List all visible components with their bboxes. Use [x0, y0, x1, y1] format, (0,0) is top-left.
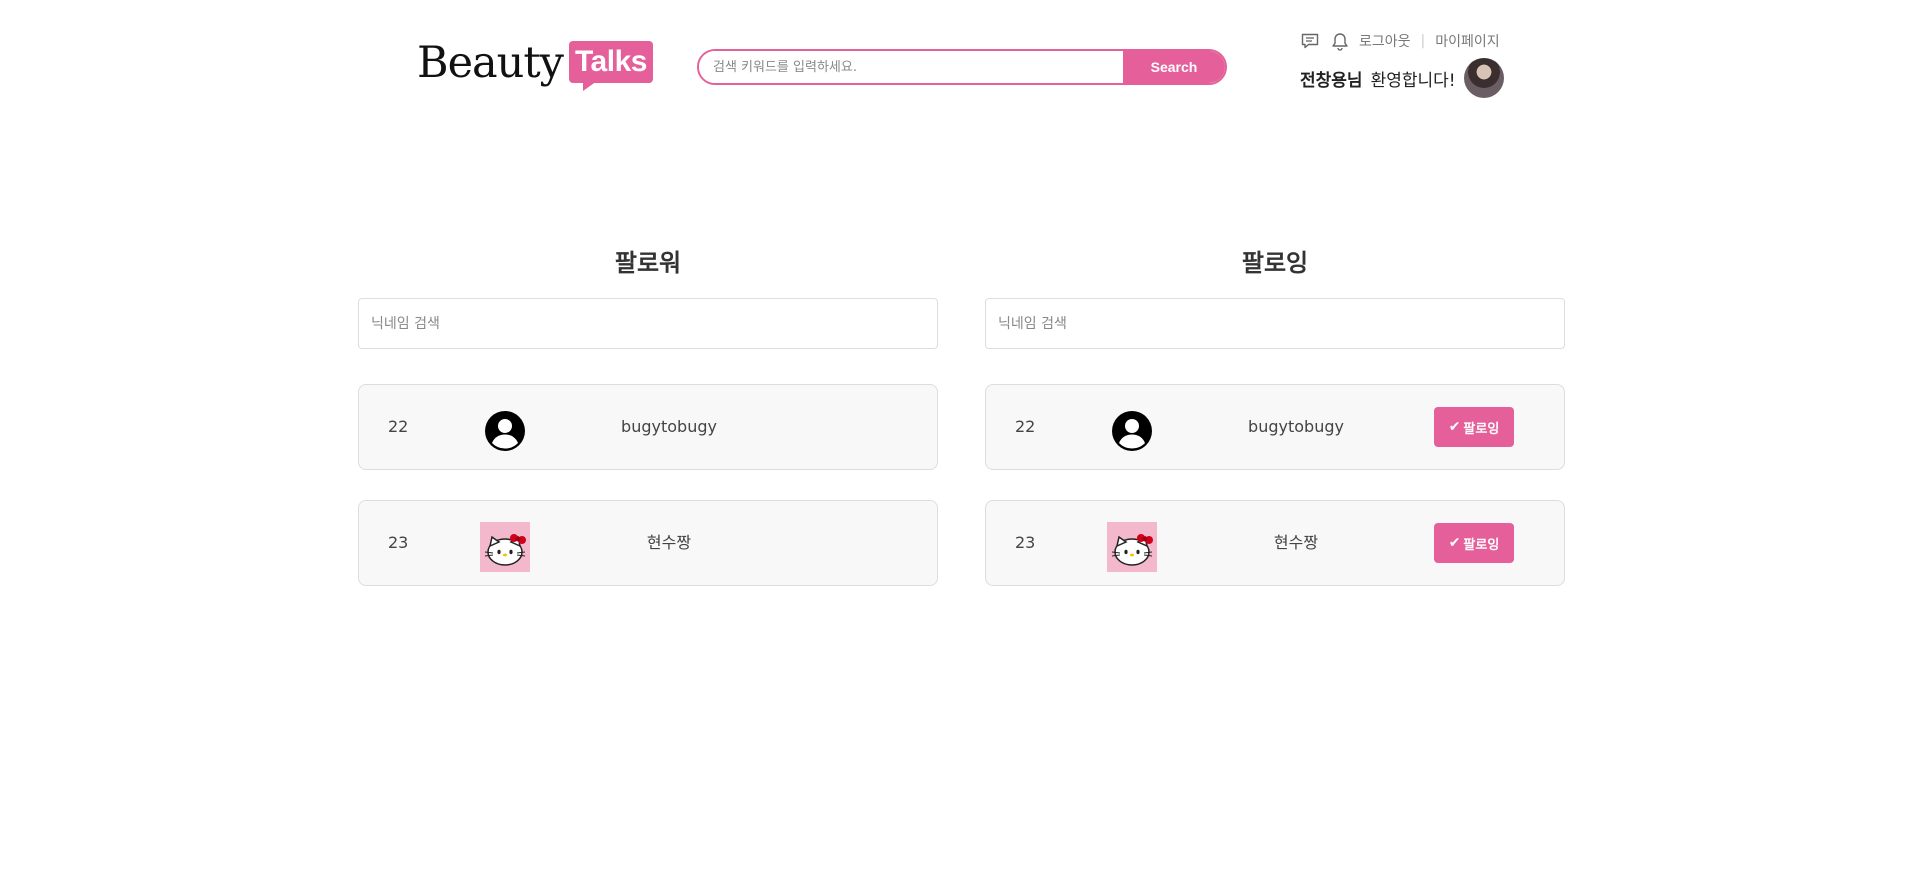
follower-row[interactable]: 23 현수짱: [358, 500, 938, 586]
logo-talks-text: Talks: [568, 41, 653, 83]
row-nickname[interactable]: bugytobugy: [1206, 385, 1386, 469]
mypage-link[interactable]: 마이페이지: [1435, 31, 1499, 51]
row-nickname[interactable]: bugytobugy: [579, 385, 759, 469]
row-number: 22: [1015, 417, 1036, 436]
speech-bubble-tail: [582, 81, 597, 91]
welcome-text: 환영합니다!: [1370, 70, 1456, 91]
user-name: 전창용님: [1300, 70, 1363, 91]
followers-list: 22 bugytobugy 23 현수짱: [358, 384, 938, 586]
following-row[interactable]: 23 현수짱 ✔ 팔로잉: [985, 500, 1565, 586]
followers-nickname-search[interactable]: [358, 298, 938, 349]
following-list: 22 bugytobugy ✔ 팔로잉 23 현수짱 ✔ 팔로잉: [985, 384, 1565, 586]
following-button-label: 팔로잉: [1463, 421, 1500, 437]
chat-icon[interactable]: [1299, 31, 1321, 51]
default-user-icon: [480, 406, 530, 456]
row-number: 22: [388, 417, 409, 436]
link-separator: |: [1420, 33, 1426, 49]
following-row[interactable]: 22 bugytobugy ✔ 팔로잉: [985, 384, 1565, 470]
check-icon: ✔: [1448, 535, 1461, 551]
followers-title: 팔로워: [614, 249, 682, 277]
logo-beauty-text: Beauty: [417, 38, 564, 88]
row-nickname[interactable]: 현수짱: [579, 501, 759, 585]
check-icon: ✔: [1448, 419, 1461, 435]
welcome-message: 전창용님 환영합니다!: [1300, 58, 1504, 98]
bell-icon[interactable]: [1329, 31, 1351, 51]
followers-panel: 팔로워 22 bugytobugy 23 현수짱: [358, 246, 938, 616]
logo[interactable]: Beauty Talks: [417, 38, 653, 91]
following-panel: 팔로잉 22 bugytobugy ✔ 팔로잉 23 현수짱 ✔ 팔로잉: [985, 246, 1565, 616]
follower-row[interactable]: 22 bugytobugy: [358, 384, 938, 470]
global-search-bar: Search: [697, 49, 1227, 85]
global-search-input[interactable]: [699, 51, 1123, 83]
following-nickname-search[interactable]: [985, 298, 1565, 349]
row-nickname[interactable]: 현수짱: [1206, 501, 1386, 585]
user-avatar[interactable]: [1463, 58, 1504, 98]
following-toggle-button[interactable]: ✔ 팔로잉: [1434, 523, 1514, 563]
row-number: 23: [1015, 533, 1036, 552]
following-toggle-button[interactable]: ✔ 팔로잉: [1434, 407, 1514, 447]
hello-kitty-image: [480, 522, 530, 572]
following-button-label: 팔로잉: [1463, 537, 1500, 553]
logout-link[interactable]: 로그아웃: [1359, 31, 1411, 51]
top-links: 로그아웃 | 마이페이지: [1299, 31, 1500, 51]
logo-talks-badge: Talks: [568, 41, 653, 91]
following-title: 팔로잉: [1241, 249, 1309, 277]
default-user-icon: [1107, 406, 1157, 456]
search-button[interactable]: Search: [1123, 51, 1225, 83]
row-number: 23: [388, 533, 409, 552]
hello-kitty-image: [1107, 522, 1157, 572]
